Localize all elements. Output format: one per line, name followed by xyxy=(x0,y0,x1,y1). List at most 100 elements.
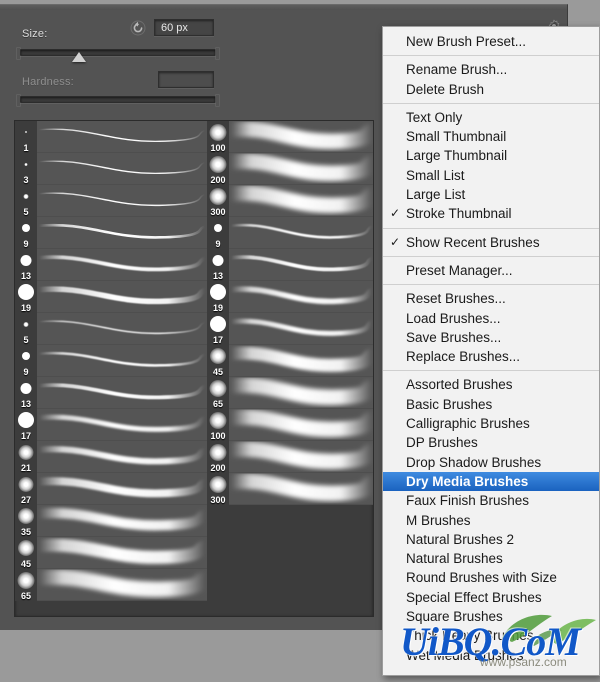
size-input[interactable]: 60 px xyxy=(154,19,214,36)
menu-item-special-effect-brushes[interactable]: Special Effect Brushes xyxy=(383,588,599,607)
panel-options-menu[interactable]: New Brush Preset... Rename Brush... Delete… xyxy=(382,26,600,676)
size-slider[interactable] xyxy=(16,46,220,62)
brush-list-item[interactable] xyxy=(37,217,207,249)
menu-item-calligraphic-brushes[interactable]: Calligraphic Brushes xyxy=(383,414,599,433)
menu-item-small-list[interactable]: Small List xyxy=(383,166,599,185)
menu-item-large-thumbnail[interactable]: Large Thumbnail xyxy=(383,146,599,165)
menu-item-round-brushes-with-size[interactable]: Round Brushes with Size xyxy=(383,568,599,587)
brush-list-item[interactable] xyxy=(229,281,373,313)
brush-list-item[interactable] xyxy=(37,377,207,409)
brush-list-item[interactable] xyxy=(37,473,207,505)
menu-item-dry-media-brushes[interactable]: Dry Media Brushes xyxy=(383,471,599,492)
menu-item-load-brushes[interactable]: Load Brushes... xyxy=(383,309,599,328)
brush-tip-preview[interactable]: 3 xyxy=(15,153,37,185)
menu-item-dp-brushes[interactable]: DP Brushes xyxy=(383,433,599,452)
menu-item-small-thumbnail[interactable]: Small Thumbnail xyxy=(383,127,599,146)
brush-tip-preview[interactable]: 300 xyxy=(207,473,229,505)
menu-item-drop-shadow-brushes[interactable]: Drop Shadow Brushes xyxy=(383,453,599,472)
brush-list-item[interactable] xyxy=(229,345,373,377)
brush-tip-preview[interactable]: 5 xyxy=(15,185,37,217)
menu-item-stroke-thumbnail[interactable]: ✓ Stroke Thumbnail xyxy=(383,204,599,223)
menu-item-natural-brushes[interactable]: Natural Brushes xyxy=(383,549,599,568)
menu-item-thick-heavy-brushes[interactable]: Thick Heavy Brushes xyxy=(383,626,599,645)
brush-tip-preview[interactable]: 13 xyxy=(207,249,229,281)
brush-list-item[interactable] xyxy=(229,217,373,249)
brush-tip-dot-icon xyxy=(22,352,30,360)
brush-tip-preview[interactable]: 300 xyxy=(207,185,229,217)
brush-tip-preview[interactable]: 13 xyxy=(15,377,37,409)
brush-tip-preview[interactable]: 9 xyxy=(15,217,37,249)
brush-tip-preview[interactable]: 17 xyxy=(207,313,229,345)
brush-list-item[interactable] xyxy=(37,569,207,601)
brush-tip-preview[interactable]: 65 xyxy=(15,569,37,601)
menu-item-square-brushes[interactable]: Square Brushes xyxy=(383,607,599,626)
menu-item-reset-brushes[interactable]: Reset Brushes... xyxy=(383,289,599,308)
brush-tip-preview[interactable]: 45 xyxy=(15,537,37,569)
brush-tip-preview[interactable]: 45 xyxy=(207,345,229,377)
menu-item-wet-media-brushes[interactable]: Wet Media Brushes xyxy=(383,646,599,665)
menu-item-save-brushes[interactable]: Save Brushes... xyxy=(383,328,599,347)
brush-tip-preview[interactable]: 9 xyxy=(207,217,229,249)
brush-list-item[interactable] xyxy=(37,345,207,377)
hardness-input[interactable] xyxy=(158,71,214,88)
brush-stroke-column-right[interactable] xyxy=(229,121,373,616)
brush-list-item[interactable] xyxy=(229,473,373,505)
menu-item-natural-brushes-2[interactable]: Natural Brushes 2 xyxy=(383,530,599,549)
brush-list-item[interactable] xyxy=(37,313,207,345)
brush-list-item[interactable] xyxy=(229,185,373,217)
brush-tip-preview[interactable]: 200 xyxy=(207,441,229,473)
menu-item-faux-finish-brushes[interactable]: Faux Finish Brushes xyxy=(383,491,599,510)
reset-circular-arrow-icon[interactable] xyxy=(129,19,147,37)
brush-tip-preview[interactable]: 100 xyxy=(207,409,229,441)
brush-tip-preview[interactable]: 19 xyxy=(15,281,37,313)
brush-list-item[interactable] xyxy=(37,281,207,313)
brush-tip-preview[interactable]: 65 xyxy=(207,377,229,409)
menu-item-replace-brushes[interactable]: Replace Brushes... xyxy=(383,347,599,366)
brush-tip-preview[interactable]: 1 xyxy=(15,121,37,153)
brush-list-item[interactable] xyxy=(229,377,373,409)
brush-tip-preview[interactable]: 9 xyxy=(15,345,37,377)
hardness-slider[interactable] xyxy=(16,93,220,107)
brush-preset-list[interactable]: 1 3 5 9 13 19 5 9 13 17 21 27 35 45 65 100 200 300 9 13 19 1… xyxy=(14,120,374,617)
brush-tip-preview[interactable]: 19 xyxy=(207,281,229,313)
menu-item-basic-brushes[interactable]: Basic Brushes xyxy=(383,395,599,414)
menu-item-preset-manager[interactable]: Preset Manager... xyxy=(383,261,599,280)
brush-list-item[interactable] xyxy=(37,121,207,153)
brush-tip-preview[interactable]: 13 xyxy=(15,249,37,281)
brush-tip-preview[interactable]: 21 xyxy=(15,441,37,473)
size-slider-track[interactable] xyxy=(20,49,216,56)
menu-item-text-only[interactable]: Text Only xyxy=(383,108,599,127)
brush-list-item[interactable] xyxy=(229,441,373,473)
menu-item-label: Calligraphic Brushes xyxy=(406,416,530,432)
brush-list-item[interactable] xyxy=(37,505,207,537)
menu-item-label: Stroke Thumbnail xyxy=(406,206,512,222)
hardness-slider-track[interactable] xyxy=(20,96,216,103)
menu-item-assorted-brushes[interactable]: Assorted Brushes xyxy=(383,375,599,394)
brush-list-item[interactable] xyxy=(37,409,207,441)
menu-item-m-brushes[interactable]: M Brushes xyxy=(383,511,599,530)
brush-list-item[interactable] xyxy=(37,249,207,281)
menu-item-delete-brush[interactable]: Delete Brush xyxy=(383,80,599,99)
brush-list-item[interactable] xyxy=(37,537,207,569)
brush-tip-preview[interactable]: 5 xyxy=(15,313,37,345)
brush-list-item[interactable] xyxy=(229,153,373,185)
brush-list-item[interactable] xyxy=(229,249,373,281)
menu-item-large-list[interactable]: Large List xyxy=(383,185,599,204)
brush-tip-preview[interactable]: 100 xyxy=(207,121,229,153)
brush-tip-preview[interactable]: 27 xyxy=(15,473,37,505)
brush-stroke-column-left[interactable] xyxy=(37,121,207,616)
brush-list-item[interactable] xyxy=(229,313,373,345)
brush-stroke-thumbnail xyxy=(38,128,206,143)
brush-list-item[interactable] xyxy=(37,153,207,185)
menu-item-rename-brush[interactable]: Rename Brush... xyxy=(383,60,599,79)
brush-tip-preview[interactable]: 17 xyxy=(15,409,37,441)
brush-list-item[interactable] xyxy=(229,121,373,153)
size-slider-thumb[interactable] xyxy=(71,52,86,62)
menu-item-new-brush-preset[interactable]: New Brush Preset... xyxy=(383,32,599,51)
brush-list-item[interactable] xyxy=(229,409,373,441)
menu-item-show-recent-brushes[interactable]: ✓ Show Recent Brushes xyxy=(383,233,599,252)
brush-tip-preview[interactable]: 35 xyxy=(15,505,37,537)
brush-list-item[interactable] xyxy=(37,441,207,473)
brush-list-item[interactable] xyxy=(37,185,207,217)
brush-tip-preview[interactable]: 200 xyxy=(207,153,229,185)
